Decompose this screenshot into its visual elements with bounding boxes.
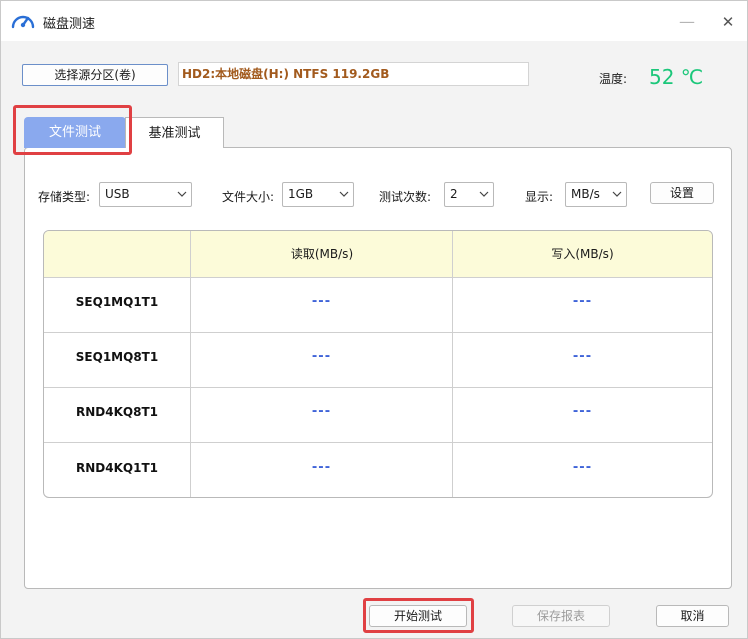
test-count-select[interactable]: 2 (444, 182, 494, 207)
chevron-down-icon (177, 191, 187, 197)
display-unit-select[interactable]: MB/s (565, 182, 627, 207)
storage-type-value: USB (105, 187, 130, 201)
write-value: --- (572, 294, 593, 309)
storage-type-select[interactable]: USB (99, 182, 192, 207)
column-header-empty (44, 231, 190, 277)
write-value: --- (572, 404, 593, 419)
storage-type-label: 存储类型: (38, 190, 91, 204)
test-count-label: 测试次数: (379, 190, 432, 204)
row-label-seq1mq8t1: SEQ1MQ8T1 (75, 350, 159, 364)
tab-benchmark-test[interactable]: 基准测试 (125, 117, 224, 148)
window-title: 磁盘测速 (43, 17, 96, 32)
read-value: --- (311, 460, 332, 475)
temperature-value: 52 ℃ (649, 65, 704, 89)
row-label-rnd4kq1t1: RND4KQ1T1 (76, 461, 158, 475)
column-header-read: 读取(MB/s) (290, 247, 354, 261)
results-table: 读取(MB/s) 写入(MB/s) SEQ1MQ1T1 --- --- SEQ1… (43, 230, 713, 498)
display-unit-value: MB/s (571, 187, 600, 201)
chevron-down-icon (479, 191, 489, 197)
read-value: --- (311, 349, 332, 364)
file-size-label: 文件大小: (222, 190, 275, 204)
select-source-partition-button[interactable]: 选择源分区(卷) (22, 64, 168, 86)
save-report-button[interactable]: 保存报表 (512, 605, 610, 627)
tab-highlight-box (13, 105, 132, 155)
source-partition-field: HD2:本地磁盘(H:) NTFS 119.2GB (178, 62, 529, 86)
row-divider (44, 277, 712, 278)
column-header-write: 写入(MB/s) (551, 247, 614, 261)
file-size-value: 1GB (288, 187, 314, 201)
test-count-value: 2 (450, 187, 458, 201)
disk-speed-window: 磁盘测速 — ✕ 选择源分区(卷) HD2:本地磁盘(H:) NTFS 119.… (0, 0, 748, 639)
chevron-down-icon (339, 191, 349, 197)
temperature-label: 温度: (599, 72, 628, 86)
row-divider (44, 387, 712, 388)
cancel-button[interactable]: 取消 (656, 605, 729, 627)
row-divider (44, 332, 712, 333)
display-unit-label: 显示: (525, 190, 554, 204)
file-size-select[interactable]: 1GB (282, 182, 354, 207)
minimize-button[interactable]: — (672, 7, 702, 37)
row-label-seq1mq1t1: SEQ1MQ1T1 (75, 295, 159, 309)
close-button[interactable]: ✕ (713, 7, 743, 37)
settings-button[interactable]: 设置 (650, 182, 714, 204)
title-bar: 磁盘测速 — ✕ (1, 1, 747, 41)
chevron-down-icon (612, 191, 622, 197)
column-divider (190, 231, 191, 497)
row-label-rnd4kq8t1: RND4KQ8T1 (76, 405, 158, 419)
column-divider (452, 231, 453, 497)
start-button-highlight-box (363, 598, 474, 633)
read-value: --- (311, 294, 332, 309)
write-value: --- (572, 460, 593, 475)
row-divider (44, 442, 712, 443)
speedometer-icon (11, 15, 35, 29)
write-value: --- (572, 349, 593, 364)
read-value: --- (311, 404, 332, 419)
